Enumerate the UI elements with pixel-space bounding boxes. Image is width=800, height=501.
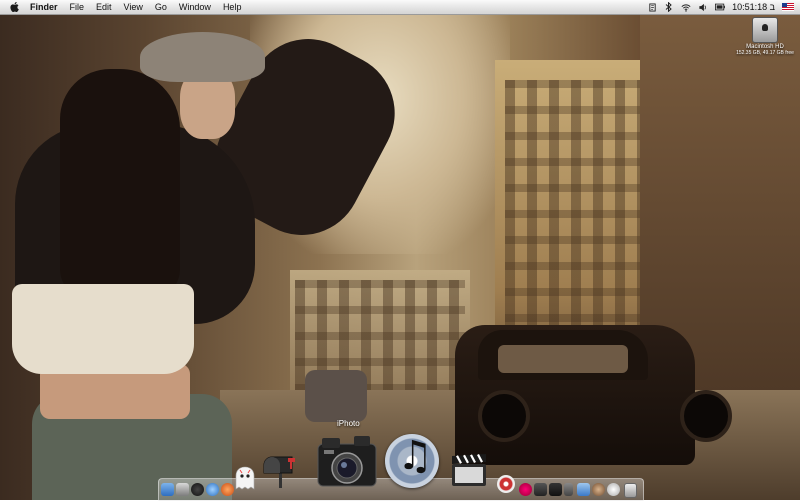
menu-clock[interactable]: ב 10:51:18 xyxy=(732,0,775,14)
app-icon[interactable] xyxy=(519,483,532,496)
ghost-icon[interactable] xyxy=(234,466,256,490)
record-icon[interactable] xyxy=(497,475,515,493)
wallpaper-car-wheel xyxy=(680,390,732,442)
wifi-icon[interactable] xyxy=(681,2,691,12)
app-icon[interactable] xyxy=(607,483,620,496)
app-icon[interactable] xyxy=(549,483,562,496)
safari-icon[interactable] xyxy=(206,483,219,496)
app-icon[interactable] xyxy=(577,483,590,496)
app-icon[interactable] xyxy=(592,483,605,496)
menu-window[interactable]: Window xyxy=(179,0,211,14)
app-icon[interactable] xyxy=(564,483,573,496)
trash-icon[interactable] xyxy=(624,483,637,498)
apple-menu-icon[interactable] xyxy=(8,0,20,14)
iphoto-camera-icon[interactable] xyxy=(316,430,378,492)
battery-icon[interactable] xyxy=(715,2,725,12)
menu-go[interactable]: Go xyxy=(155,0,167,14)
desktop-wallpaper xyxy=(0,0,800,500)
hard-drive-desktop-item[interactable]: Macintosh HD 152.35 GB, 49.17 GB free xyxy=(736,17,794,56)
menu-app-name[interactable]: Finder xyxy=(30,0,58,14)
dock-hover-label: iPhoto xyxy=(337,419,360,428)
mailbox-icon[interactable] xyxy=(262,455,300,488)
music-note-icon: ♫ xyxy=(397,433,433,479)
menu-file[interactable]: File xyxy=(70,0,85,14)
menu-view[interactable]: View xyxy=(124,0,143,14)
wallpaper-car-window xyxy=(498,345,628,373)
volume-icon[interactable] xyxy=(698,2,708,12)
input-flag-icon[interactable] xyxy=(782,3,794,11)
menu-edit[interactable]: Edit xyxy=(96,0,112,14)
menu-help[interactable]: Help xyxy=(223,0,242,14)
hard-drive-icon[interactable] xyxy=(752,17,778,43)
mail-icon[interactable] xyxy=(191,483,204,496)
imovie-icon[interactable] xyxy=(450,452,488,488)
menu-bar: Finder File Edit View Go Window Help ב 1… xyxy=(0,0,800,15)
ichat-icon[interactable] xyxy=(221,483,234,496)
script-icon[interactable] xyxy=(647,2,657,12)
figure-cap xyxy=(140,32,265,82)
dashboard-icon[interactable] xyxy=(176,483,189,496)
wallpaper-car-wheel xyxy=(478,390,530,442)
wallpaper-figure xyxy=(0,14,416,500)
bluetooth-icon[interactable] xyxy=(664,2,674,12)
figure-sweater xyxy=(12,284,194,374)
finder-icon[interactable] xyxy=(161,483,174,496)
app-icon[interactable] xyxy=(534,483,547,496)
hard-drive-info: 152.35 GB, 49.17 GB free xyxy=(736,50,794,56)
figure-hair xyxy=(60,69,180,299)
